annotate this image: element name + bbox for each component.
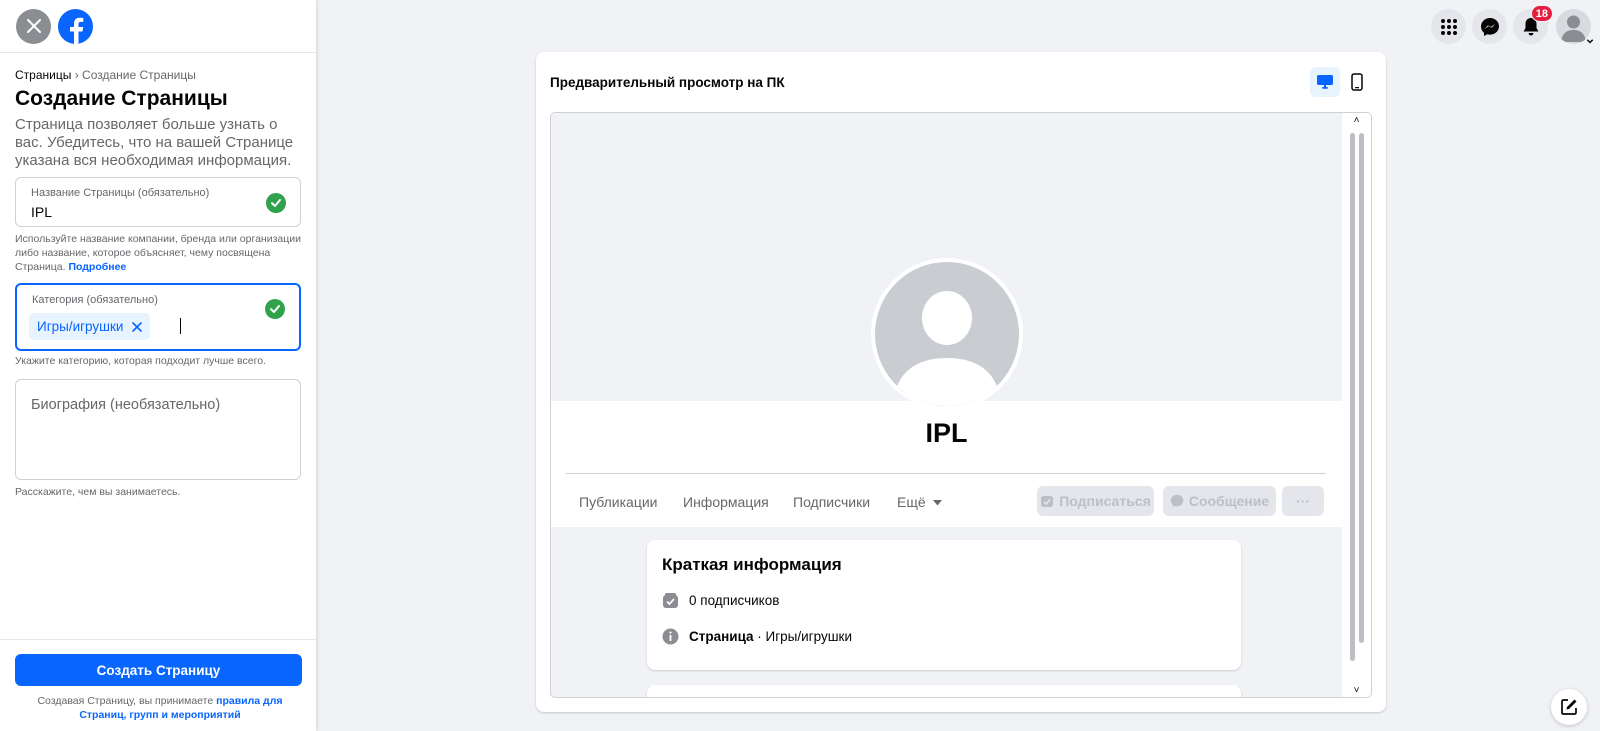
category-label: Категория (обязательно) bbox=[32, 294, 158, 306]
tab-followers[interactable]: Подписчики bbox=[793, 494, 870, 510]
about-card: Краткая информация 0 подписчиков Страниц… bbox=[647, 540, 1241, 670]
default-avatar-icon bbox=[893, 291, 1001, 406]
page-title: Создание Страницы bbox=[15, 87, 228, 110]
page-name-value[interactable]: IPL bbox=[31, 204, 52, 220]
text-cursor bbox=[180, 318, 181, 334]
messenger-button[interactable] bbox=[1472, 9, 1507, 44]
page-category: · Игры/игрушки bbox=[753, 629, 852, 644]
compose-icon bbox=[1561, 699, 1577, 715]
message-label: Сообщение bbox=[1188, 493, 1270, 509]
sidebar-footer: Создать Страницу Создавая Страницу, вы п… bbox=[0, 639, 316, 731]
notifications-badge: 18 bbox=[1530, 5, 1553, 22]
bio-help: Расскажите, чем вы занимаетесь. bbox=[15, 486, 181, 498]
about-title: Краткая информация bbox=[662, 555, 842, 574]
followers-row: 0 подписчиков bbox=[662, 592, 779, 609]
follow-label: Подписаться bbox=[1059, 493, 1151, 509]
valid-check-icon bbox=[266, 193, 286, 213]
notifications-button[interactable]: 18 bbox=[1513, 5, 1553, 44]
tab-more-label: Ещё bbox=[897, 494, 926, 510]
bio-placeholder: Биография (необязательно) bbox=[31, 397, 221, 413]
page-name-help-text: Используйте название компании, бренда ил… bbox=[15, 233, 301, 273]
category-field[interactable]: Категория (обязательно) Игры/игрушки bbox=[15, 283, 301, 351]
terms-text: Создавая Страницу, вы принимаете правила… bbox=[15, 694, 305, 722]
create-page-button[interactable]: Создать Страницу bbox=[15, 654, 302, 686]
close-icon bbox=[26, 19, 41, 33]
preview-page-name: IPL bbox=[925, 418, 968, 448]
category-chip[interactable]: Игры/игрушки bbox=[29, 313, 151, 340]
scroll-up-icon[interactable]: ˄ bbox=[1342, 113, 1371, 127]
facebook-logo[interactable] bbox=[58, 8, 93, 44]
create-page-sidebar: Страницы › Создание Страницы Создание Ст… bbox=[0, 0, 316, 731]
info-icon bbox=[662, 628, 679, 645]
page-avatar bbox=[871, 258, 1023, 410]
terms-prefix: Создавая Страницу, вы принимаете bbox=[37, 695, 214, 707]
caret-down-icon bbox=[932, 500, 942, 506]
valid-check-icon bbox=[265, 299, 285, 319]
menu-grid-icon bbox=[1440, 18, 1457, 35]
breadcrumb-current: Создание Страницы bbox=[82, 68, 196, 82]
mobile-view-button[interactable] bbox=[1342, 67, 1372, 97]
scroll-thumb-left[interactable] bbox=[1350, 133, 1355, 661]
close-button[interactable] bbox=[16, 8, 51, 44]
preview-scrollbar[interactable]: ˄ ˅ bbox=[1342, 113, 1371, 697]
learn-more-link[interactable]: Подробнее bbox=[68, 261, 126, 273]
follow-icon bbox=[1041, 496, 1054, 507]
header-divider bbox=[566, 473, 1326, 474]
tab-more[interactable]: Ещё bbox=[897, 494, 942, 510]
category-row: Страница · Игры/игрушки bbox=[662, 628, 852, 645]
mobile-icon bbox=[1351, 73, 1363, 91]
category-text: Страница · Игры/игрушки bbox=[689, 629, 852, 644]
breadcrumb: Страницы › Создание Страницы bbox=[15, 68, 301, 82]
follow-button[interactable]: Подписаться bbox=[1037, 486, 1154, 516]
followers-icon bbox=[663, 593, 678, 608]
scroll-down-icon[interactable]: ˅ bbox=[1342, 683, 1371, 697]
page-name-help: Используйте название компании, бренда ил… bbox=[15, 232, 301, 274]
category-chip-label: Игры/игрушки bbox=[37, 319, 124, 334]
bio-field[interactable]: Биография (необязательно) bbox=[15, 379, 301, 480]
page-name-field[interactable]: Название Страницы (обязательно) IPL bbox=[15, 177, 301, 227]
desktop-preview-card: Предварительный просмотр на ПК IPL Публи… bbox=[536, 52, 1386, 712]
page-description: Страница позволяет больше узнать о вас. … bbox=[15, 116, 294, 169]
desktop-view-button[interactable] bbox=[1310, 67, 1340, 97]
scroll-thumb-right[interactable] bbox=[1359, 133, 1364, 643]
more-options-button[interactable]: ··· bbox=[1282, 486, 1324, 516]
message-button[interactable]: Сообщение bbox=[1163, 486, 1276, 516]
followers-count: 0 подписчиков bbox=[689, 593, 780, 608]
tab-about[interactable]: Информация bbox=[683, 494, 769, 510]
desktop-icon bbox=[1317, 75, 1333, 89]
preview-frame: IPL Публикации Информация Подписчики Ещё… bbox=[550, 112, 1372, 698]
breadcrumb-separator: › bbox=[74, 68, 79, 82]
new-message-button[interactable] bbox=[1551, 689, 1587, 725]
messenger-icon bbox=[1480, 17, 1499, 36]
page-label: Страница bbox=[689, 629, 754, 644]
chevron-down-icon[interactable] bbox=[1585, 36, 1595, 46]
remove-chip-icon[interactable] bbox=[132, 321, 143, 332]
messenger-icon bbox=[1170, 494, 1184, 508]
next-card bbox=[647, 685, 1241, 697]
sidebar-header bbox=[0, 0, 316, 53]
category-help: Укажите категорию, которая подходит лучш… bbox=[15, 355, 266, 367]
menu-button[interactable] bbox=[1431, 9, 1466, 44]
preview-title: Предварительный просмотр на ПК bbox=[550, 75, 785, 90]
breadcrumb-pages-link[interactable]: Страницы bbox=[15, 68, 71, 82]
page-name-label: Название Страницы (обязательно) bbox=[31, 187, 210, 199]
tab-posts[interactable]: Публикации bbox=[579, 494, 657, 510]
